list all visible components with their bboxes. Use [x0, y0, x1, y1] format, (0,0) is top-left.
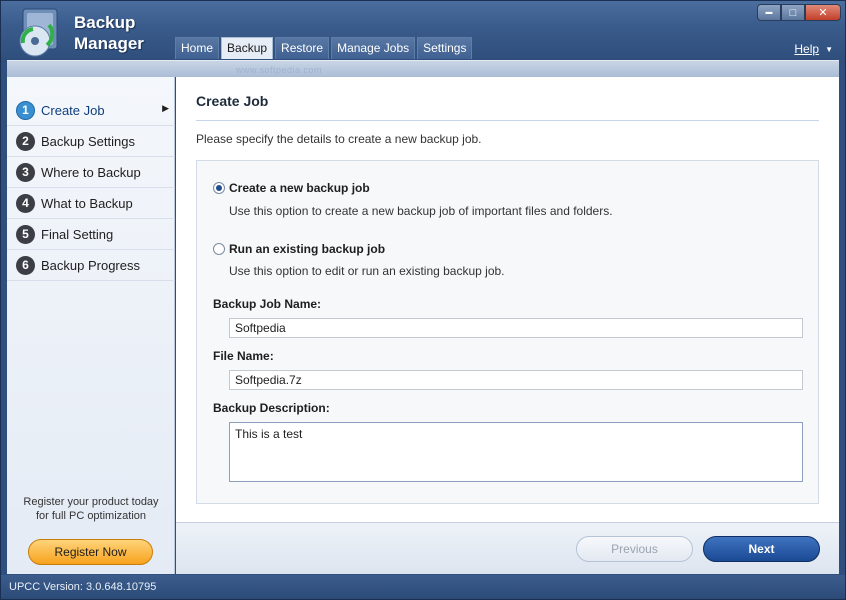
status-bar: UPCC Version: 3.0.648.10795 — [1, 575, 845, 599]
next-button[interactable]: Next — [703, 536, 820, 562]
job-name-input[interactable] — [229, 318, 803, 338]
sidebar-item-label: Create Job — [41, 102, 105, 118]
tab-settings[interactable]: Settings — [417, 37, 473, 59]
page-description: Please specify the details to create a n… — [196, 132, 482, 146]
sidebar-item-label: Where to Backup — [41, 164, 141, 180]
backup-manager-logo-icon — [19, 8, 58, 57]
app-window: Backup Manager ▬ □ ✕ Home Backup Restore… — [0, 0, 846, 600]
sidebar-item-create-job[interactable]: 1 Create Job ▶ — [7, 95, 175, 126]
step-number-badge: 1 — [16, 100, 35, 120]
register-now-button[interactable]: Register Now — [28, 539, 153, 565]
backup-description-label: Backup Description: — [213, 401, 330, 415]
close-icon: ✕ — [818, 7, 828, 19]
sidebar-item-label: Backup Settings — [41, 133, 135, 149]
minimize-button[interactable]: ▬ — [757, 4, 781, 21]
chevron-down-icon: ▼ — [825, 44, 833, 54]
step-number-badge: 6 — [16, 255, 35, 275]
step-number-badge: 3 — [16, 162, 35, 182]
option-label[interactable]: Create a new backup job — [229, 181, 370, 195]
version-text: UPCC Version: 3.0.648.10795 — [9, 581, 157, 593]
sidebar-item-label: Final Setting — [41, 226, 114, 242]
tab-restore[interactable]: Restore — [275, 37, 330, 59]
heading-divider — [196, 120, 819, 121]
app-title-line1: Backup — [74, 13, 136, 32]
main-tabs: Home Backup Restore Manage Jobs Settings — [175, 37, 473, 59]
sidebar-item-backup-settings[interactable]: 2 Backup Settings — [7, 126, 175, 157]
promo-line1: Register your product today — [23, 496, 159, 508]
chevron-right-icon: ▶ — [162, 103, 169, 113]
sidebar-item-what-to-backup[interactable]: 4 What to Backup — [7, 188, 175, 219]
header-strip — [7, 60, 839, 77]
help-link[interactable]: Help — [794, 42, 819, 56]
option-create-new-job[interactable]: Create a new backup job — [213, 181, 370, 195]
backup-description-textarea[interactable]: This is a test — [229, 422, 803, 482]
sidebar-item-where-to-backup[interactable]: 3 Where to Backup — [7, 157, 175, 188]
job-name-label: Backup Job Name: — [213, 297, 322, 311]
app-title: Backup Manager — [74, 12, 144, 54]
page-title: Create Job — [196, 93, 269, 109]
register-promo-text: Register your product today for full PC … — [7, 495, 175, 523]
step-number-badge: 4 — [16, 193, 35, 213]
wizard-footer: Previous Next — [176, 522, 839, 574]
option-run-existing-job[interactable]: Run an existing backup job — [213, 242, 385, 256]
radio-create-new-job[interactable] — [213, 182, 225, 194]
window-controls: ▬ □ ✕ — [757, 4, 841, 21]
close-button[interactable]: ✕ — [805, 4, 841, 21]
sidebar: 1 Create Job ▶ 2 Backup Settings 3 Where… — [7, 77, 175, 574]
option-label[interactable]: Run an existing backup job — [229, 242, 385, 256]
tab-manage-jobs[interactable]: Manage Jobs — [331, 37, 416, 59]
radio-run-existing-job[interactable] — [213, 243, 225, 255]
option-help-text: Use this option to create a new backup j… — [229, 204, 613, 218]
promo-line2: for full PC optimization — [35, 510, 147, 522]
sidebar-item-final-setting[interactable]: 5 Final Setting — [7, 219, 175, 250]
watermark-text: www.softpedia.com — [236, 65, 323, 75]
maximize-button[interactable]: □ — [781, 4, 805, 21]
tab-home[interactable]: Home — [175, 37, 220, 59]
minimize-icon: ▬ — [765, 9, 773, 16]
file-name-label: File Name: — [213, 349, 274, 363]
sidebar-item-label: What to Backup — [41, 195, 133, 211]
main-content: Create Job Please specify the details to… — [176, 77, 839, 522]
sidebar-item-label: Backup Progress — [41, 257, 140, 273]
option-help-text: Use this option to edit or run an existi… — [229, 264, 505, 278]
help-menu[interactable]: Help ▼ — [794, 42, 833, 56]
sidebar-item-backup-progress[interactable]: 6 Backup Progress — [7, 250, 175, 281]
title-bar: Backup Manager ▬ □ ✕ Home Backup Restore… — [1, 1, 845, 63]
app-title-line2: Manager — [74, 34, 144, 53]
step-number-badge: 2 — [16, 131, 35, 151]
maximize-icon: □ — [789, 6, 797, 19]
tab-backup[interactable]: Backup — [221, 37, 274, 59]
step-number-badge: 5 — [16, 224, 35, 244]
file-name-input[interactable] — [229, 370, 803, 390]
job-options-panel: Create a new backup job Use this option … — [196, 160, 819, 504]
previous-button[interactable]: Previous — [576, 536, 693, 562]
